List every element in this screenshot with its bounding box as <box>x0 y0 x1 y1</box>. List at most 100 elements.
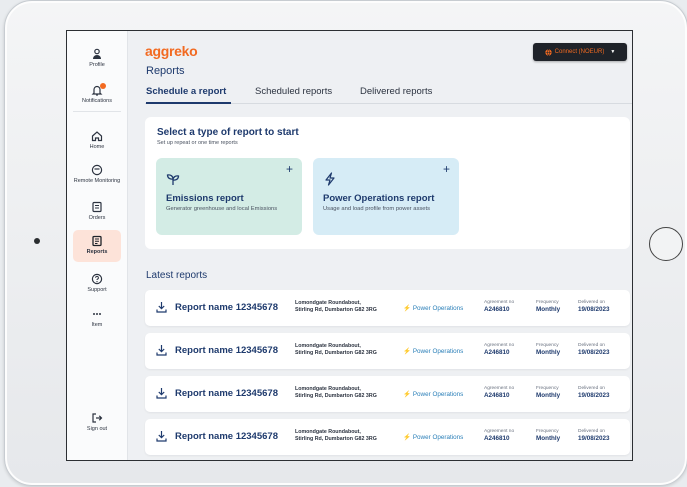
active-tab-indicator <box>146 102 231 104</box>
chevron-down-icon: ▼ <box>610 49 616 55</box>
download-icon[interactable] <box>156 387 167 399</box>
frequency-column: Frequency Monthly <box>536 300 560 314</box>
camera <box>34 238 40 244</box>
report-row[interactable]: Report name 12345678 Lomondgate Roundabo… <box>145 376 630 412</box>
report-type-name: Emissions report <box>166 193 244 204</box>
notification-badge <box>100 83 106 89</box>
main-content: aggreko Reports Connect (NOEUR) ▼ Schedu… <box>128 31 632 460</box>
sidebar-item-label: Profile <box>89 62 105 68</box>
report-name[interactable]: Report name 12345678 <box>175 345 278 356</box>
report-address: Lomondgate Roundabout, Stirling Rd, Dumba… <box>295 429 405 443</box>
frequency-column: Frequency Monthly <box>536 386 560 400</box>
sidebar-item-orders[interactable]: Orders <box>67 201 127 222</box>
sidebar-item-label: Home <box>89 144 105 150</box>
report-type-subheading: Set up repeat or one time reports <box>157 140 238 146</box>
report-name[interactable]: Report name 12345678 <box>175 388 278 399</box>
delivered-column: Delivered on 19/08/2023 <box>578 429 610 443</box>
sidebar-item-label: Support <box>87 287 107 293</box>
power-operations-report-card[interactable]: + Power Operations report Usage and load… <box>313 158 459 235</box>
reports-icon <box>92 235 102 247</box>
frequency-value: Monthly <box>536 306 561 313</box>
report-tabs: Schedule a report Scheduled reports Deli… <box>146 86 632 103</box>
agreement-column: Agreement no A246810 <box>484 343 514 357</box>
address-line-1: Lomondgate Roundabout, <box>295 300 361 306</box>
sidebar-item-profile[interactable]: Profile <box>67 48 127 69</box>
app-screen: Profile Notifications Home Remote Monito… <box>66 30 633 461</box>
agreement-value: A246810 <box>484 349 510 356</box>
delivered-column: Delivered on 19/08/2023 <box>578 300 610 314</box>
frequency-column: Frequency Monthly <box>536 343 560 357</box>
report-type-name: Power Operations report <box>323 193 435 204</box>
report-type-tag: ⚡ Power Operations <box>403 433 463 441</box>
report-type-heading: Select a type of report to start <box>157 127 299 138</box>
agreement-value: A246810 <box>484 392 510 399</box>
home-hardware-button[interactable] <box>649 227 683 261</box>
delivered-value: 19/08/2023 <box>578 392 610 399</box>
agreement-column: Agreement no A246810 <box>484 386 514 400</box>
delivered-value: 19/08/2023 <box>578 349 610 356</box>
sidebar-item-remote-monitoring[interactable]: Remote Monitoring <box>67 164 127 185</box>
sidebar-item-notifications[interactable]: Notifications <box>67 83 127 105</box>
page-title: Reports <box>146 65 185 77</box>
sign-out-icon <box>92 413 103 423</box>
leaf-icon <box>166 174 180 185</box>
address-line-1: Lomondgate Roundabout, <box>295 386 361 392</box>
delivered-column: Delivered on 19/08/2023 <box>578 386 610 400</box>
frequency-column: Frequency Monthly <box>536 429 560 443</box>
person-icon <box>93 48 101 59</box>
sidebar-item-more[interactable]: Item <box>67 308 127 329</box>
tablet-frame: Profile Notifications Home Remote Monito… <box>4 0 687 486</box>
tab-scheduled-reports[interactable]: Scheduled reports <box>255 86 332 97</box>
emissions-report-card[interactable]: + Emissions report Generator greenhouse … <box>156 158 302 235</box>
sidebar-item-sign-out[interactable]: Sign out <box>67 412 127 433</box>
sidebar-item-label: Item <box>91 322 103 328</box>
download-icon[interactable] <box>156 301 167 313</box>
address-line-2: Stirling Rd, Dumbarton G82 3RG <box>295 436 377 442</box>
download-icon[interactable] <box>156 430 167 442</box>
sidebar-item-label: Remote Monitoring <box>73 178 121 184</box>
lightning-icon: ⚡ <box>403 305 411 312</box>
sidebar-item-home[interactable]: Home <box>67 130 127 151</box>
report-row[interactable]: Report name 12345678 Lomondgate Roundabo… <box>145 419 630 455</box>
brand-logo[interactable]: aggreko <box>145 43 198 59</box>
address-line-2: Stirling Rd, Dumbarton G82 3RG <box>295 307 377 313</box>
sidebar-divider <box>73 111 121 112</box>
tab-delivered-reports[interactable]: Delivered reports <box>360 86 432 97</box>
report-type-label: Power Operations <box>412 305 464 312</box>
help-icon <box>91 273 103 285</box>
gauge-icon <box>91 164 103 176</box>
agreement-value: A246810 <box>484 306 510 313</box>
tab-schedule-a-report[interactable]: Schedule a report <box>146 86 226 97</box>
frequency-value: Monthly <box>536 349 561 356</box>
add-icon: + <box>442 162 450 176</box>
sidebar-item-label: Notifications <box>82 98 112 104</box>
report-name[interactable]: Report name 12345678 <box>175 302 278 313</box>
latest-reports-heading: Latest reports <box>146 270 208 281</box>
report-type-tag: ⚡ Power Operations <box>403 347 463 355</box>
connect-button[interactable]: Connect (NOEUR) ▼ <box>533 43 627 61</box>
report-row[interactable]: Report name 12345678 Lomondgate Roundabo… <box>145 290 630 326</box>
add-icon: + <box>285 162 293 176</box>
sidebar-item-reports[interactable]: Reports <box>73 230 121 262</box>
report-type-tag: ⚡ Power Operations <box>403 304 463 312</box>
connect-label: Connect (NOEUR) <box>554 49 605 55</box>
sidebar-item-label: Reports <box>86 249 108 255</box>
orders-icon <box>92 201 102 213</box>
lightning-icon: ⚡ <box>403 348 411 355</box>
sidebar: Profile Notifications Home Remote Monito… <box>67 31 128 460</box>
frequency-value: Monthly <box>536 392 561 399</box>
lightning-icon: ⚡ <box>403 391 411 398</box>
report-type-label: Power Operations <box>412 391 464 398</box>
report-type-panel: Select a type of report to start Set up … <box>145 117 630 249</box>
globe-icon <box>545 48 552 56</box>
report-type-description: Generator greenhouse and local Emissions <box>166 206 278 212</box>
delivered-column: Delivered on 19/08/2023 <box>578 343 610 357</box>
download-icon[interactable] <box>156 344 167 356</box>
report-type-label: Power Operations <box>412 434 464 441</box>
report-type-label: Power Operations <box>412 348 464 355</box>
sidebar-item-support[interactable]: Support <box>67 273 127 294</box>
report-type-tag: ⚡ Power Operations <box>403 390 463 398</box>
report-name[interactable]: Report name 12345678 <box>175 431 278 442</box>
report-row[interactable]: Report name 12345678 Lomondgate Roundabo… <box>145 333 630 369</box>
agreement-column: Agreement no A246810 <box>484 429 514 443</box>
